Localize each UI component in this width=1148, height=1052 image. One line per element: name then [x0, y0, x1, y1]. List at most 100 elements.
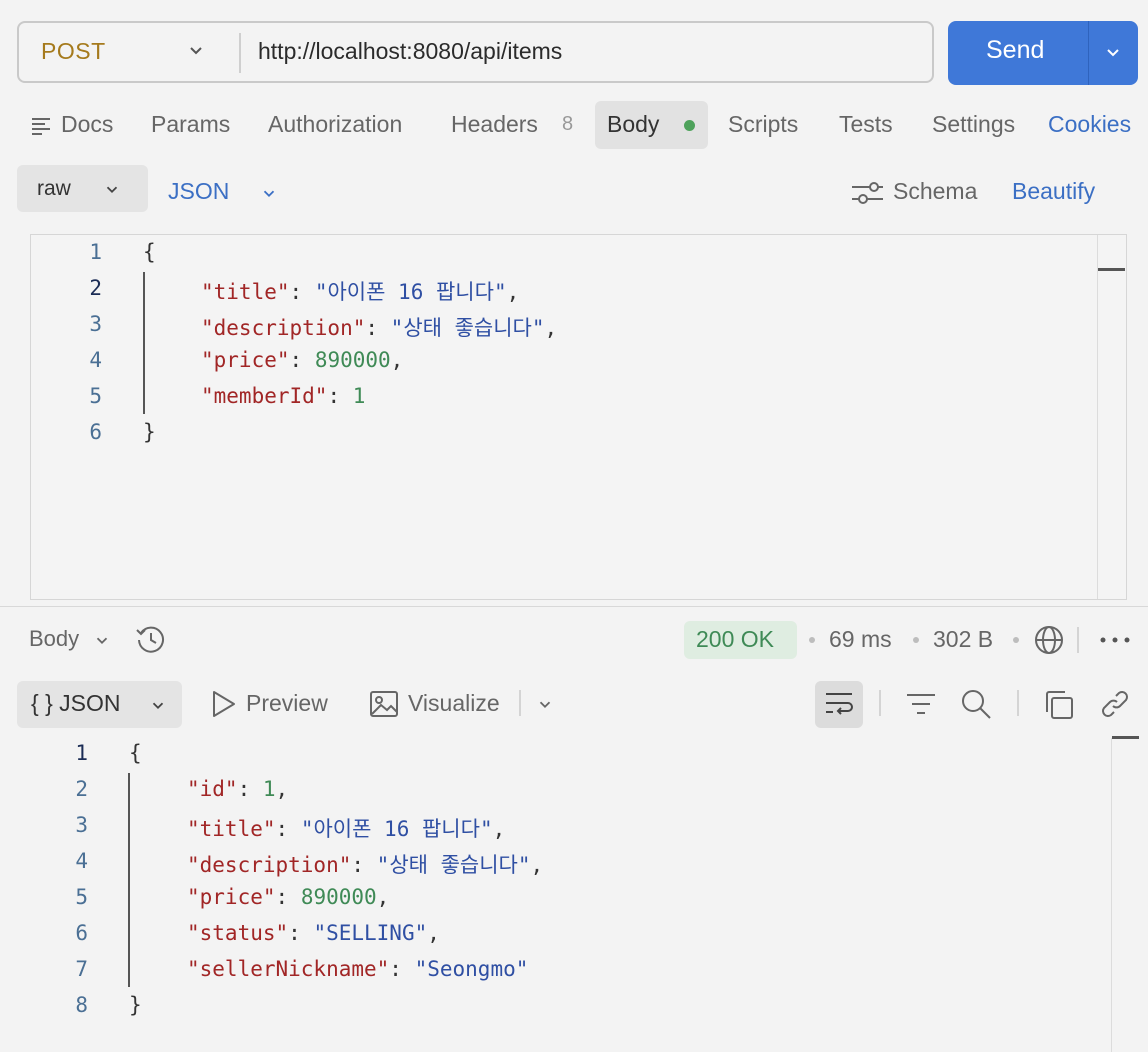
- code-line[interactable]: "price": 890000,: [187, 885, 389, 909]
- json-punctuation: :: [275, 817, 301, 841]
- json-punctuation: ,: [427, 921, 440, 945]
- chevron-down-icon[interactable]: [149, 696, 167, 714]
- body-format-select[interactable]: JSON: [168, 178, 229, 205]
- meta-separator: [809, 637, 815, 643]
- json-punctuation: }: [129, 993, 142, 1017]
- code-line[interactable]: }: [143, 420, 156, 444]
- json-punctuation: ,: [530, 853, 544, 877]
- send-button-label[interactable]: Send: [986, 36, 1044, 65]
- indent-guide: [143, 272, 145, 414]
- line-number: 7: [75, 957, 88, 981]
- chevron-down-icon[interactable]: [93, 631, 111, 649]
- code-line[interactable]: "description": "상태 좋습니다",: [187, 849, 543, 879]
- line-number: 4: [75, 849, 88, 873]
- toolbar-separator: [1017, 690, 1019, 716]
- schema-button[interactable]: Schema: [893, 178, 977, 205]
- meta-separator: [913, 637, 919, 643]
- request-body-editor[interactable]: [30, 234, 1127, 600]
- json-key: "title": [187, 817, 276, 841]
- response-overview-marker: [1112, 736, 1139, 739]
- json-key: "sellerNickname": [187, 957, 390, 981]
- headers-count-badge: 8: [562, 113, 574, 135]
- code-line[interactable]: }: [129, 993, 142, 1017]
- chevron-down-icon[interactable]: [186, 40, 206, 60]
- json-number: 1: [262, 777, 276, 801]
- url-divider: [239, 33, 241, 73]
- schema-sliders-icon[interactable]: [851, 180, 885, 206]
- json-punctuation: :: [351, 853, 377, 877]
- chevron-down-icon[interactable]: [536, 695, 554, 713]
- link-icon[interactable]: [1099, 688, 1131, 720]
- tab-body[interactable]: Body: [607, 111, 659, 138]
- meta-separator: [1013, 637, 1019, 643]
- line-number: 2: [89, 276, 102, 300]
- json-string: "상태 좋습니다": [376, 853, 531, 877]
- code-line[interactable]: "status": "SELLING",: [187, 921, 440, 945]
- code-line[interactable]: "description": "상태 좋습니다",: [201, 312, 557, 342]
- method-select[interactable]: POST: [41, 38, 106, 65]
- response-size[interactable]: 302 B: [933, 626, 993, 653]
- response-format-text: JSON: [59, 690, 121, 716]
- json-punctuation: ,: [376, 885, 390, 909]
- code-line[interactable]: "price": 890000,: [201, 348, 403, 372]
- code-line[interactable]: "title": "아이폰 16 팝니다",: [187, 813, 505, 843]
- indent-guide: [128, 773, 130, 987]
- line-number: 1: [89, 240, 102, 264]
- response-section-select[interactable]: Body: [29, 626, 79, 652]
- json-key: "price": [201, 348, 290, 372]
- code-line[interactable]: "title": "아이폰 16 팝니다",: [201, 276, 519, 306]
- tab-headers[interactable]: Headers: [451, 111, 538, 138]
- braces-icon: { }: [31, 690, 53, 716]
- json-punctuation: {: [143, 240, 156, 264]
- visualize-button[interactable]: Visualize: [408, 690, 500, 717]
- play-icon[interactable]: [211, 690, 237, 718]
- body-modified-dot: [684, 120, 695, 131]
- json-number: 890000: [314, 348, 391, 372]
- tab-params[interactable]: Params: [151, 111, 230, 138]
- filter-icon[interactable]: [906, 692, 936, 716]
- copy-icon[interactable]: [1043, 689, 1075, 721]
- tab-scripts[interactable]: Scripts: [728, 111, 798, 138]
- preview-button[interactable]: Preview: [246, 690, 328, 717]
- line-number: 2: [75, 777, 88, 801]
- tab-tests[interactable]: Tests: [839, 111, 893, 138]
- json-punctuation: :: [275, 885, 301, 909]
- json-punctuation: ,: [506, 280, 520, 304]
- code-line[interactable]: "memberId": 1: [201, 384, 365, 408]
- code-line[interactable]: {: [129, 741, 142, 765]
- code-line[interactable]: {: [143, 240, 156, 264]
- wrap-lines-icon[interactable]: [824, 691, 854, 717]
- json-punctuation: ,: [492, 817, 506, 841]
- send-options-chevron-icon[interactable]: [1103, 42, 1123, 62]
- url-input[interactable]: http://localhost:8080/api/items: [258, 38, 562, 65]
- tab-docs[interactable]: Docs: [61, 111, 113, 138]
- chevron-down-icon[interactable]: [260, 184, 278, 202]
- chevron-down-icon[interactable]: [103, 180, 121, 198]
- response-time[interactable]: 69 ms: [829, 626, 892, 653]
- search-icon[interactable]: [960, 688, 992, 720]
- json-key: "price": [187, 885, 276, 909]
- json-number: 890000: [300, 885, 377, 909]
- tab-settings[interactable]: Settings: [932, 111, 1015, 138]
- pane-divider[interactable]: [0, 606, 1148, 607]
- json-key: "id": [187, 777, 238, 801]
- json-key: "memberId": [201, 384, 328, 408]
- beautify-button[interactable]: Beautify: [1012, 178, 1095, 205]
- line-number: 4: [89, 348, 102, 372]
- history-icon[interactable]: [135, 624, 167, 656]
- code-line[interactable]: "id": 1,: [187, 777, 288, 801]
- image-icon[interactable]: [369, 690, 399, 718]
- json-punctuation: ,: [390, 348, 404, 372]
- line-number: 3: [75, 813, 88, 837]
- json-punctuation: :: [288, 921, 314, 945]
- body-mode-label[interactable]: raw: [37, 177, 71, 201]
- line-number: 3: [89, 312, 102, 336]
- toolbar-separator: [519, 690, 521, 716]
- response-format-label[interactable]: { } JSON: [31, 690, 121, 717]
- code-line[interactable]: "sellerNickname": "Seongmo": [187, 957, 528, 981]
- editor-scrollbar-track: [1097, 235, 1098, 599]
- tab-authorization[interactable]: Authorization: [268, 111, 402, 138]
- cookies-link[interactable]: Cookies: [1048, 111, 1131, 138]
- globe-icon[interactable]: [1034, 625, 1064, 655]
- more-options-icon[interactable]: [1099, 634, 1131, 646]
